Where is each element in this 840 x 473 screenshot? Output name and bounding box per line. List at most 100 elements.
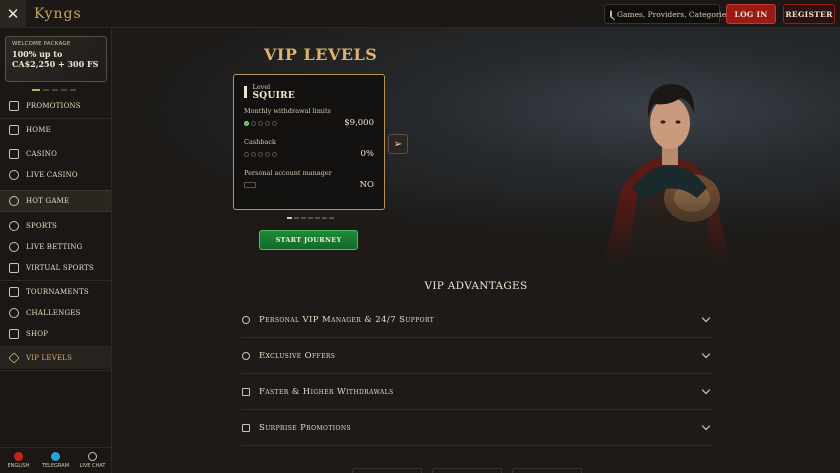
level-carousel-dots[interactable] xyxy=(287,217,334,219)
sidebar-item-live-betting[interactable]: LIVE BETTING xyxy=(0,236,111,258)
sidebar-item-label: HOT GAME xyxy=(26,197,70,205)
sidebar-item-casino[interactable]: CASINO xyxy=(0,143,111,165)
search-icon xyxy=(610,10,612,18)
home-icon xyxy=(9,125,19,135)
language-selector[interactable]: ENGLISH xyxy=(0,448,37,473)
withdraw-icon xyxy=(242,387,250,396)
telegram-link[interactable]: TELEGRAM xyxy=(37,448,74,473)
account-manager-indicator xyxy=(244,182,256,188)
login-button[interactable]: LOG IN xyxy=(726,4,776,24)
advantage-vip-manager[interactable]: Personal VIP Manager & 24/7 Support xyxy=(241,302,713,338)
chevron-right-icon[interactable]: ➢ xyxy=(388,134,408,154)
welcome-package-banner[interactable]: WELCOME PACKAGE 100% up to CA$2,250 + 30… xyxy=(5,36,107,82)
chevron-down-icon xyxy=(701,385,711,395)
chevron-down-icon xyxy=(701,349,711,359)
cashback-label: Cashback xyxy=(244,138,276,146)
diamond-icon xyxy=(8,352,20,364)
sidebar-footer: ENGLISH TELEGRAM LIVE CHAT xyxy=(0,447,111,473)
advantage-withdrawals[interactable]: Faster & Higher Withdrawals xyxy=(241,374,713,410)
carousel-dot[interactable] xyxy=(43,89,49,91)
sidebar-item-challenges[interactable]: CHALLENGES xyxy=(0,302,111,324)
sidebar: WELCOME PACKAGE 100% up to CA$2,250 + 30… xyxy=(0,28,112,473)
advantage-exclusive-offers[interactable]: Exclusive Offers xyxy=(241,338,713,374)
live-chat-label: LIVE CHAT xyxy=(79,463,106,469)
carousel-dot[interactable] xyxy=(52,89,58,91)
flag-icon xyxy=(14,452,23,461)
promo-offer-line1: 100% up to xyxy=(12,49,63,59)
advantage-label: Personal VIP Manager & 24/7 Support xyxy=(259,314,435,325)
pip xyxy=(265,151,270,157)
account-manager-value: NO xyxy=(359,180,374,190)
challenges-icon xyxy=(9,308,19,318)
level-name: SQUIRE xyxy=(252,91,296,101)
pip xyxy=(272,120,277,126)
sidebar-item-label: TOURNAMENTS xyxy=(26,288,89,296)
support-icon xyxy=(242,315,250,324)
search-input[interactable]: Games, Providers, Categories xyxy=(604,4,730,24)
advantage-surprise-promotions[interactable]: Surprise Promotions xyxy=(241,410,713,446)
withdrawal-limit-label: Monthly withdrawal limits xyxy=(244,107,331,115)
carousel-dot[interactable] xyxy=(301,217,306,219)
main-content: VIP LEVELS Level SQUIRE Monthly withdraw… xyxy=(112,28,840,473)
page-title: VIP LEVELS xyxy=(264,45,378,64)
carousel-dot[interactable] xyxy=(308,217,313,219)
present-icon xyxy=(242,423,250,432)
live-chat-button[interactable]: LIVE CHAT xyxy=(74,448,111,473)
carousel-dot[interactable] xyxy=(32,89,40,91)
carousel-dot[interactable] xyxy=(315,217,320,219)
carousel-dot[interactable] xyxy=(70,89,76,91)
sidebar-item-tournaments[interactable]: TOURNAMENTS xyxy=(0,281,111,303)
chevron-down-icon xyxy=(701,421,711,431)
casino-icon xyxy=(9,149,19,159)
carousel-dot[interactable] xyxy=(287,217,292,219)
sidebar-item-label: VIRTUAL SPORTS xyxy=(26,264,94,272)
tab-peek xyxy=(512,468,582,473)
site-logo[interactable]: Kyngs xyxy=(34,6,82,22)
live-casino-icon xyxy=(9,170,19,180)
fire-icon xyxy=(9,196,19,206)
sidebar-item-label: CHALLENGES xyxy=(26,309,81,317)
pip xyxy=(258,120,263,126)
sidebar-item-shop[interactable]: SHOP xyxy=(0,323,111,345)
sidebar-item-label: LIVE CASINO xyxy=(26,171,78,179)
advantages-title: VIP ADVANTAGES xyxy=(424,280,528,292)
carousel-dot[interactable] xyxy=(329,217,334,219)
sidebar-item-vip-levels[interactable]: VIP LEVELS xyxy=(0,347,111,369)
pip xyxy=(244,151,249,157)
promo-carousel-dots[interactable] xyxy=(32,89,76,91)
top-bar: ✕ Kyngs Games, Providers, Categories LOG… xyxy=(0,0,840,28)
cashback-level-pips xyxy=(244,151,277,157)
sidebar-item-hot-game[interactable]: HOT GAME xyxy=(0,190,111,212)
close-icon[interactable]: ✕ xyxy=(0,0,26,28)
sidebar-item-virtual-sports[interactable]: VIRTUAL SPORTS xyxy=(0,257,111,279)
carousel-dot[interactable] xyxy=(294,217,299,219)
divider xyxy=(0,370,111,371)
chevron-down-icon xyxy=(701,313,711,323)
advantage-label: Faster & Higher Withdrawals xyxy=(259,386,394,397)
pip xyxy=(258,151,263,157)
telegram-icon xyxy=(51,452,60,461)
register-button[interactable]: REGISTER xyxy=(783,4,835,24)
gift-icon xyxy=(9,101,19,111)
carousel-dot[interactable] xyxy=(61,89,67,91)
shop-icon xyxy=(9,329,19,339)
carousel-dot[interactable] xyxy=(322,217,327,219)
sidebar-item-home[interactable]: HOME xyxy=(0,119,111,141)
virtual-sports-icon xyxy=(9,263,19,273)
pip xyxy=(265,120,270,126)
level-label: Level xyxy=(252,83,271,91)
advantage-label: Surprise Promotions xyxy=(259,422,351,433)
start-journey-button[interactable]: START JOURNEY xyxy=(259,230,358,250)
sidebar-item-live-casino[interactable]: LIVE CASINO xyxy=(0,164,111,186)
tab-peek xyxy=(352,468,422,473)
sidebar-item-promotions[interactable]: PROMOTIONS xyxy=(0,95,111,117)
sidebar-item-label: PROMOTIONS xyxy=(26,102,81,110)
chat-icon xyxy=(88,452,97,461)
language-label: ENGLISH xyxy=(7,463,30,469)
sidebar-item-label: SHOP xyxy=(26,330,49,338)
pip xyxy=(251,151,256,157)
vip-level-card: Level SQUIRE Monthly withdrawal limits $… xyxy=(233,74,385,210)
search-placeholder: Games, Providers, Categories xyxy=(617,9,731,19)
sidebar-item-label: CASINO xyxy=(26,150,58,158)
sidebar-item-sports[interactable]: SPORTS xyxy=(0,215,111,237)
